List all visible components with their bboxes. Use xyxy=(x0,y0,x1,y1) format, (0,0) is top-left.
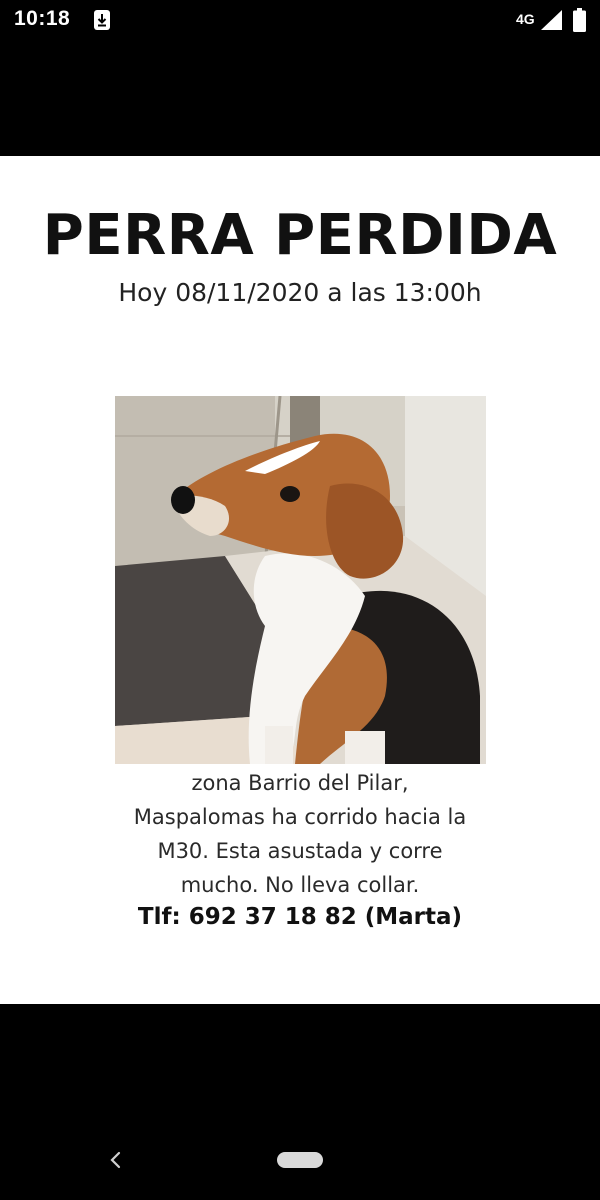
description-line: mucho. No lleva collar. xyxy=(180,873,420,897)
navigation-bar xyxy=(0,1120,600,1200)
description-line: M30. Esta asustada y corre xyxy=(157,839,443,863)
contact-phone: Tlf: 692 37 18 82 (Marta) xyxy=(137,904,463,930)
description-line: Maspalomas ha corrido hacia la xyxy=(133,805,467,829)
description: zona Barrio del Pilar, Maspalomas ha cor… xyxy=(100,766,500,902)
signal-icon xyxy=(541,10,562,30)
home-pill-icon[interactable] xyxy=(277,1152,323,1168)
lost-dog-poster: PERRA PERDIDA Hoy 08/11/2020 a las 13:00… xyxy=(0,156,600,1004)
status-time: 10:18 xyxy=(14,7,71,30)
description-line: zona Barrio del Pilar, xyxy=(191,771,409,795)
status-bar: 10:18 4G xyxy=(0,0,600,40)
dog-photo-graphic xyxy=(115,396,486,764)
download-icon xyxy=(94,10,110,30)
poster-title: PERRA PERDIDA xyxy=(42,203,558,268)
beagle-dog-photo xyxy=(115,396,486,764)
poster-date: Hoy 08/11/2020 a las 13:00h xyxy=(118,278,482,307)
network-type-label: 4G xyxy=(516,11,535,27)
battery-icon xyxy=(573,8,586,32)
back-icon[interactable] xyxy=(104,1148,128,1172)
